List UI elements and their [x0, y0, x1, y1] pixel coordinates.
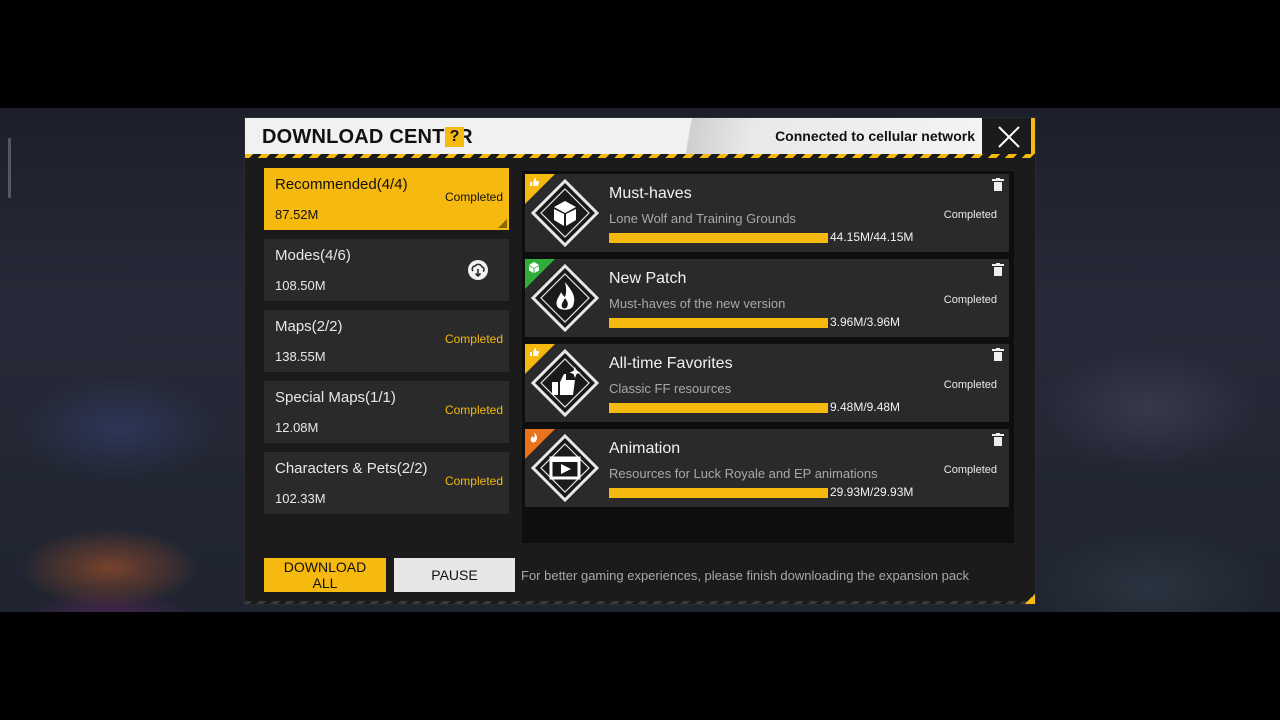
- progress-fill: [609, 233, 828, 243]
- thumbs-up-sparkle-icon: [531, 349, 599, 417]
- resource-name: All-time Favorites: [609, 355, 733, 372]
- category-size: 102.33M: [275, 491, 326, 506]
- resource-card-animation[interactable]: Animation Resources for Luck Royale and …: [525, 429, 1009, 507]
- resource-size: 3.96M/3.96M: [830, 315, 901, 329]
- resource-status: Completed: [943, 379, 997, 391]
- resource-description: Must-haves of the new version: [609, 296, 786, 311]
- resource-status: Completed: [943, 294, 997, 306]
- flame-icon: [531, 264, 599, 332]
- close-button[interactable]: [982, 118, 1035, 156]
- resource-size: 9.48M/9.48M: [830, 400, 901, 414]
- resource-size: 44.15M/44.15M: [830, 230, 914, 244]
- category-recommended[interactable]: Recommended(4/4) 87.52M Completed: [264, 168, 509, 230]
- trash-icon[interactable]: [992, 263, 1004, 276]
- trash-icon[interactable]: [992, 178, 1004, 191]
- play-icon: [531, 434, 599, 502]
- progress-bar: [609, 318, 828, 328]
- trash-icon[interactable]: [992, 433, 1004, 446]
- resource-size: 29.93M/29.93M: [830, 485, 914, 499]
- dialog-header: DOWNLOAD CENTER ? Connected to cellular …: [245, 118, 1035, 156]
- resource-description: Classic FF resources: [609, 381, 732, 396]
- category-name: Characters & Pets(2/2): [275, 460, 428, 477]
- category-status: Completed: [444, 190, 503, 204]
- progress-bar: [609, 488, 828, 498]
- category-status: Completed: [444, 474, 503, 488]
- close-icon: [997, 126, 1020, 148]
- resource-name: Must-haves: [609, 185, 692, 202]
- category-name: Maps(2/2): [275, 318, 343, 335]
- resource-description: Lone Wolf and Training Grounds: [609, 211, 796, 226]
- category-maps[interactable]: Maps(2/2) 138.55M Completed: [264, 310, 509, 372]
- cube-icon: [531, 179, 599, 247]
- progress-fill: [609, 488, 828, 498]
- footer-stripe: [245, 601, 1035, 604]
- category-name: Special Maps(1/1): [275, 389, 396, 406]
- resource-status: Completed: [943, 464, 997, 476]
- footer-hint: For better gaming experiences, please fi…: [521, 568, 970, 583]
- category-characters-pets[interactable]: Characters & Pets(2/2) 102.33M Completed: [264, 452, 509, 514]
- resource-name: New Patch: [609, 270, 687, 287]
- progress-bar: [609, 233, 828, 243]
- category-size: 12.08M: [275, 420, 319, 435]
- resource-card-all-time-favorites[interactable]: All-time Favorites Classic FF resources …: [525, 344, 1009, 422]
- category-name: Recommended(4/4): [275, 176, 408, 193]
- pause-button[interactable]: PAUSE: [394, 558, 515, 592]
- category-status: Completed: [444, 403, 503, 417]
- resource-name: Animation: [609, 440, 681, 457]
- category-special-maps[interactable]: Special Maps(1/1) 12.08M Completed: [264, 381, 509, 443]
- resource-card-must-haves[interactable]: Must-haves Lone Wolf and Training Ground…: [525, 174, 1009, 252]
- help-button[interactable]: ?: [445, 127, 464, 147]
- network-status: Connected to cellular network: [775, 128, 975, 144]
- category-size: 87.52M: [275, 207, 319, 222]
- progress-fill: [609, 403, 828, 413]
- category-size: 108.50M: [275, 278, 326, 293]
- resource-description: Resources for Luck Royale and EP animati…: [609, 466, 878, 481]
- category-modes[interactable]: Modes(4/6) 108.50M: [264, 239, 509, 301]
- resource-status: Completed: [943, 209, 997, 221]
- category-status: Completed: [444, 332, 503, 346]
- header-hazard-stripe: [245, 154, 1035, 158]
- resource-card-new-patch[interactable]: New Patch Must-haves of the new version …: [525, 259, 1009, 337]
- trash-icon[interactable]: [992, 348, 1004, 361]
- progress-bar: [609, 403, 828, 413]
- category-name: Modes(4/6): [275, 247, 351, 264]
- download-all-button[interactable]: DOWNLOAD ALL: [264, 558, 386, 592]
- cloud-download-icon[interactable]: [467, 259, 489, 281]
- progress-fill: [609, 318, 828, 328]
- download-center-dialog: DOWNLOAD CENTER ? Connected to cellular …: [245, 118, 1035, 604]
- dialog-title: DOWNLOAD CENTER: [262, 126, 473, 148]
- category-size: 138.55M: [275, 349, 326, 364]
